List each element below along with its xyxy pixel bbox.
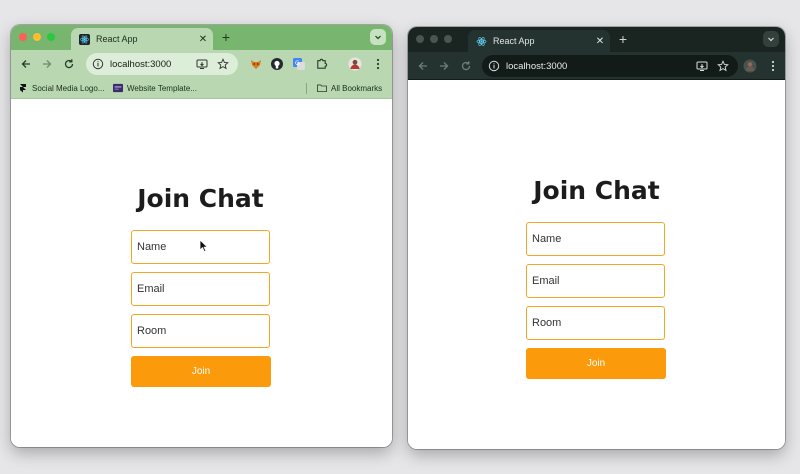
chevron-down-icon — [375, 35, 381, 40]
email-input[interactable] — [131, 272, 270, 306]
bookmark-label: Website Template... — [127, 83, 197, 93]
close-window-button[interactable] — [416, 35, 424, 43]
site-info-icon[interactable] — [92, 58, 104, 70]
join-chat-heading: Join Chat — [533, 176, 660, 205]
bookmark-item[interactable]: Social Media Logo... — [18, 83, 105, 93]
reload-icon — [461, 61, 471, 71]
framer-logo-icon — [18, 83, 28, 93]
new-tab-button[interactable]: + — [218, 29, 234, 45]
bookmark-star-icon[interactable] — [717, 60, 729, 72]
room-input[interactable] — [131, 314, 270, 348]
folder-icon — [317, 83, 327, 93]
mouse-cursor-icon — [199, 239, 209, 253]
tab-react-app[interactable]: React App ✕ — [71, 28, 213, 50]
url-text: localhost:3000 — [506, 60, 568, 72]
website-template-icon — [113, 83, 123, 93]
url-text: localhost:3000 — [110, 58, 172, 70]
new-tab-button[interactable]: + — [615, 31, 631, 47]
fox-extension-icon[interactable] — [248, 56, 263, 71]
all-bookmarks-label: All Bookmarks — [331, 83, 383, 93]
name-input[interactable] — [526, 222, 665, 256]
arrow-left-icon — [418, 62, 427, 70]
back-button[interactable] — [19, 57, 33, 71]
tab-title: React App — [96, 34, 138, 44]
email-input[interactable] — [526, 264, 665, 298]
react-favicon-icon — [476, 36, 487, 47]
browser-window-right: React App ✕ + localhost:3000 Join Chat N… — [408, 27, 785, 449]
forward-button[interactable] — [437, 59, 451, 73]
bookmark-star-icon[interactable] — [217, 58, 229, 70]
tab-title: React App — [493, 36, 535, 46]
puzzle-extensions-icon[interactable] — [314, 56, 329, 71]
window-controls — [19, 33, 55, 41]
reload-button[interactable] — [459, 59, 473, 73]
forward-button[interactable] — [40, 57, 54, 71]
address-bar[interactable]: localhost:3000 — [482, 55, 738, 77]
tab-close-icon[interactable]: ✕ — [593, 36, 607, 47]
chevron-down-icon — [768, 37, 774, 42]
maximize-window-button[interactable] — [444, 35, 452, 43]
close-window-button[interactable] — [19, 33, 27, 41]
install-app-icon[interactable] — [696, 60, 708, 72]
browser-toolbar: localhost:3000 — [408, 52, 785, 80]
tab-react-app[interactable]: React App ✕ — [468, 30, 610, 52]
join-button[interactable]: Join — [131, 356, 271, 387]
install-app-icon[interactable] — [196, 58, 208, 70]
svg-text:G: G — [295, 60, 300, 67]
arrow-right-icon — [43, 60, 52, 68]
arrow-left-icon — [21, 60, 30, 68]
react-favicon-icon — [79, 33, 90, 45]
minimize-window-button[interactable] — [430, 35, 438, 43]
tab-close-icon[interactable]: ✕ — [196, 34, 210, 45]
site-info-icon[interactable] — [488, 60, 500, 72]
tab-strip: React App ✕ + — [408, 27, 785, 52]
tab-strip: React App ✕ + — [11, 25, 392, 50]
bookmarks-bar: Social Media Logo... Website Template...… — [11, 78, 392, 99]
bookmarks-divider — [306, 83, 307, 94]
join-button[interactable]: Join — [526, 348, 666, 379]
room-input[interactable] — [526, 306, 665, 340]
translate-extension-icon[interactable]: G — [291, 56, 306, 71]
github-extension-icon[interactable] — [269, 56, 284, 71]
arrow-right-icon — [440, 62, 449, 70]
tab-search-button[interactable] — [763, 31, 779, 47]
address-bar[interactable]: localhost:3000 — [86, 53, 238, 75]
back-button[interactable] — [416, 59, 430, 73]
more-menu-icon[interactable] — [765, 58, 780, 73]
page-content: Join Chat Join — [408, 80, 785, 449]
tab-search-button[interactable] — [370, 29, 386, 45]
page-content: Join Chat Join — [11, 99, 392, 447]
more-menu-icon[interactable] — [370, 56, 385, 71]
bookmark-label: Social Media Logo... — [32, 83, 105, 93]
join-chat-heading: Join Chat — [137, 184, 264, 213]
profile-avatar[interactable] — [742, 58, 757, 73]
profile-avatar[interactable] — [347, 56, 362, 71]
browser-window-left: React App ✕ + localhost:3000 G Social Me… — [11, 25, 392, 447]
minimize-window-button[interactable] — [33, 33, 41, 41]
all-bookmarks-button[interactable]: All Bookmarks — [317, 83, 382, 93]
reload-button[interactable] — [62, 57, 76, 71]
browser-toolbar: localhost:3000 G — [11, 50, 392, 78]
bookmark-item[interactable]: Website Template... — [113, 83, 197, 93]
reload-icon — [64, 59, 74, 69]
window-controls — [416, 35, 452, 43]
maximize-window-button[interactable] — [47, 33, 55, 41]
